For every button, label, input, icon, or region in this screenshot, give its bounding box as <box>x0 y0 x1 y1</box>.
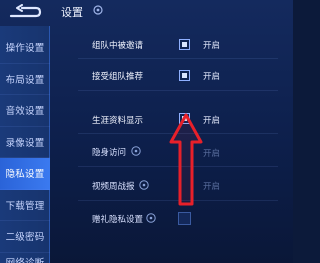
sidebar-item-operation[interactable]: 操作设置 <box>0 32 50 64</box>
sidebar-item-label: 隐私设置 <box>5 169 45 181</box>
toggle-team-invite[interactable] <box>179 39 190 50</box>
toggle-state-label: 开启 <box>203 149 221 159</box>
back-icon[interactable] <box>6 4 42 20</box>
sidebar-item-label: 录像设置 <box>5 137 45 149</box>
sidebar-item-privacy[interactable]: 隐私设置 <box>0 158 50 190</box>
gear-icon <box>93 5 103 15</box>
toggle-state-label: 开启 <box>203 182 221 192</box>
page-title: 设置 <box>61 6 83 19</box>
sidebar-item-label: 网络诊断 <box>5 257 45 263</box>
sidebar-item-secondary-password[interactable]: 二级密码 <box>0 221 50 253</box>
sidebar-item-sound[interactable]: 音效设置 <box>0 95 50 127</box>
setting-label-gift-privacy: 赠礼隐私设置 <box>92 215 144 225</box>
row-divider <box>78 58 278 59</box>
toggle-state-label: 开启 <box>203 41 221 51</box>
help-icon[interactable] <box>131 146 141 156</box>
setting-label-stealth-visit: 隐身访问 <box>92 148 127 158</box>
toggle-team-recommend[interactable] <box>179 70 190 81</box>
setting-label-team-invite: 组队中被邀请 <box>92 41 144 51</box>
sidebar-item-layout[interactable]: 布局设置 <box>0 64 50 95</box>
sidebar-item-replay[interactable]: 录像设置 <box>0 127 50 158</box>
up-arrow-annotation <box>169 113 203 206</box>
sidebar-item-label: 音效设置 <box>5 106 45 118</box>
top-bar: 设置 <box>0 0 293 26</box>
setting-label-weekly-report: 视频周战报 <box>92 182 135 192</box>
sidebar-item-network-diagnosis[interactable]: 网络诊断 <box>0 253 50 263</box>
toggle-state-label: 开启 <box>203 72 221 82</box>
help-icon[interactable] <box>146 213 156 223</box>
toggle-gift-privacy[interactable] <box>178 212 191 225</box>
sidebar-item-label: 布局设置 <box>5 74 45 86</box>
row-divider <box>78 90 278 91</box>
sidebar: 操作设置 布局设置 音效设置 录像设置 隐私设置 下载管理 二级密码 网络诊断 <box>0 26 50 263</box>
help-icon[interactable] <box>139 180 149 190</box>
toggle-state-label: 开启 <box>203 116 221 126</box>
sidebar-item-downloads[interactable]: 下载管理 <box>0 190 50 221</box>
settings-screen: 设置 操作设置 布局设置 音效设置 录像设置 隐私设置 下载管理 二级密码 网络… <box>0 0 293 263</box>
setting-label-team-recommend: 接受组队推荐 <box>92 72 144 82</box>
sidebar-item-label: 下载管理 <box>5 200 45 212</box>
setting-label-career-profile: 生涯资料显示 <box>92 116 144 126</box>
sidebar-item-label: 二级密码 <box>5 232 45 244</box>
sidebar-item-label: 操作设置 <box>5 43 45 55</box>
